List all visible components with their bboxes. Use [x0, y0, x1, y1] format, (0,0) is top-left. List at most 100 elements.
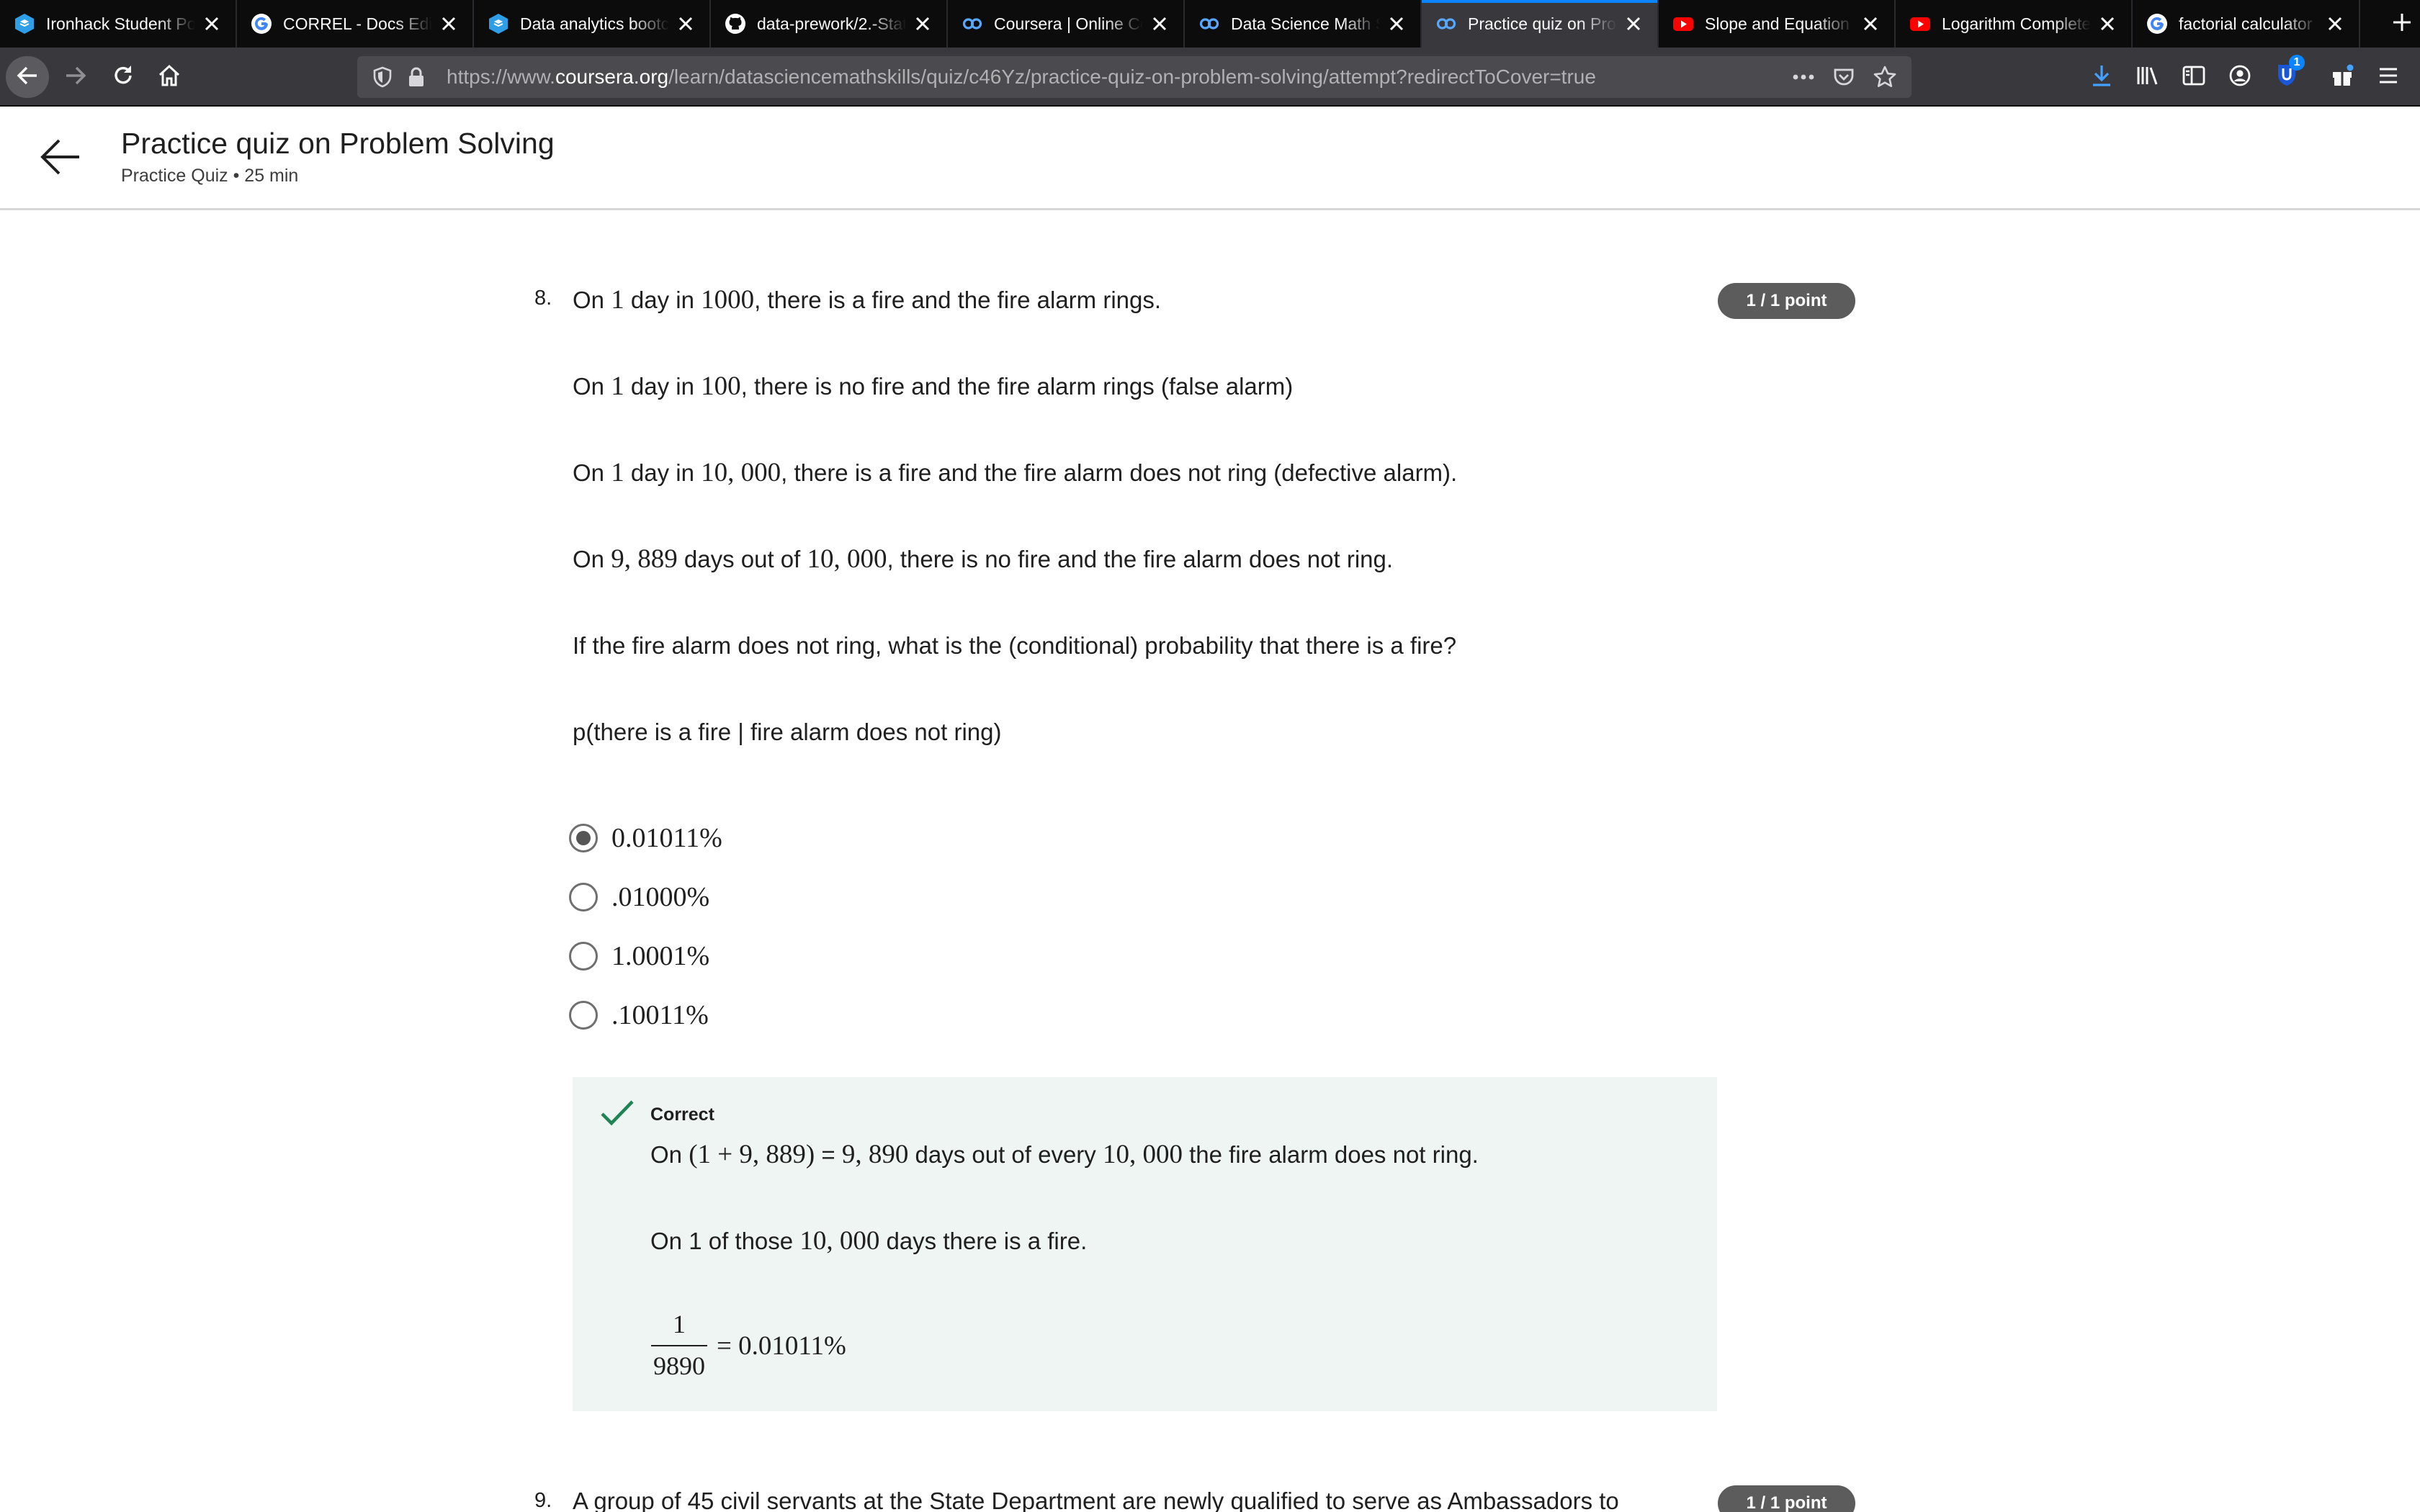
points-badge: 1 / 1 point	[1718, 1485, 1855, 1512]
url-prefix: https://www.	[447, 66, 555, 88]
shield-icon[interactable]	[372, 66, 393, 91]
answer-option-3[interactable]: 1.0001%	[569, 935, 709, 978]
answer-option-4[interactable]: .10011%	[569, 994, 709, 1037]
arrow-left-icon	[39, 139, 82, 183]
page-subtitle: Practice Quiz • 25 min	[121, 166, 299, 186]
feedback-explanation: On (1 + 9, 889) = 9, 890 days out of eve…	[650, 1140, 1479, 1169]
close-icon[interactable]	[2097, 13, 2118, 35]
question-number: 9.	[534, 1489, 552, 1512]
tab-slope-equation[interactable]: Slope and Equation of a Line	[1659, 0, 1896, 48]
tab-title: CORREL - Docs Editors Help	[283, 14, 432, 33]
ironhack-icon	[487, 12, 510, 35]
page-title: Practice quiz on Problem Solving	[121, 127, 555, 160]
back-to-course-button[interactable]	[39, 134, 82, 180]
radio-unselected[interactable]	[569, 942, 598, 971]
fraction-result: = 0.01011%	[717, 1331, 846, 1361]
bookmark-star-icon[interactable]	[1873, 65, 1897, 93]
close-icon[interactable]	[675, 13, 696, 35]
whats-new-button[interactable]	[2323, 56, 2361, 98]
library-icon	[2136, 65, 2160, 90]
extension-badge: 1	[2289, 55, 2305, 71]
close-icon[interactable]	[201, 13, 223, 35]
question-line: On 1 day in 1000, there is a fire and th…	[573, 285, 1162, 315]
home-icon	[157, 63, 182, 91]
tab-title: Logarithm Complete Tutorial	[1942, 14, 2091, 33]
fraction: 1 9890	[650, 1309, 708, 1381]
option-label: 1.0001%	[611, 941, 710, 971]
close-icon[interactable]	[438, 13, 460, 35]
forward-button[interactable]	[55, 56, 97, 98]
tab-data-science-math[interactable]: Data Science Math Skills	[1185, 0, 1422, 48]
tab-logarithm-tutorial[interactable]: Logarithm Complete Tutorial	[1896, 0, 2133, 48]
tab-title: Slope and Equation of a Line	[1705, 14, 1854, 33]
answer-option-1[interactable]: 0.01011%	[569, 816, 722, 860]
close-icon[interactable]	[1623, 13, 1644, 35]
arrow-left-icon	[15, 63, 40, 91]
more-actions-icon[interactable]	[1791, 66, 1816, 91]
reload-button[interactable]	[102, 56, 144, 98]
sidebar-icon	[2182, 65, 2205, 90]
tab-title: data-prework/2.-Statistics	[757, 14, 906, 33]
coursera-icon	[1198, 12, 1221, 35]
google-icon	[2146, 12, 2169, 35]
tab-title: Practice quiz on Problem Solving	[1468, 14, 1617, 33]
downloads-button[interactable]	[2083, 56, 2120, 98]
account-icon	[2228, 64, 2251, 91]
close-icon[interactable]	[1860, 13, 1881, 35]
gift-icon	[2330, 63, 2354, 91]
tab-title: Data Science Math Skills	[1231, 14, 1380, 33]
tab-ironhack-portal[interactable]: Ironhack Student Portal	[0, 0, 237, 48]
library-button[interactable]	[2129, 56, 2166, 98]
radio-unselected[interactable]	[569, 883, 598, 912]
youtube-icon	[1909, 12, 1932, 35]
menu-button[interactable]	[2370, 56, 2407, 98]
tab-data-analytics-bootcamp[interactable]: Data analytics bootcamp	[474, 0, 711, 48]
option-label: .10011%	[611, 1000, 709, 1030]
back-button[interactable]	[6, 56, 49, 98]
feedback-explanation: On 1 of those 10, 000 days there is a fi…	[650, 1226, 1088, 1256]
coursera-icon	[1435, 12, 1458, 35]
url-domain: coursera.org	[555, 66, 669, 88]
account-button[interactable]	[2221, 56, 2259, 98]
question-prompt: If the fire alarm does not ring, what is…	[573, 632, 1457, 659]
tab-data-prework[interactable]: data-prework/2.-Statistics	[711, 0, 948, 48]
question-number: 8.	[534, 287, 552, 310]
browser-nav-bar: https://www.coursera.org/learn/datascien…	[0, 48, 2420, 107]
reload-icon	[111, 63, 135, 91]
arrow-right-icon	[63, 63, 88, 91]
option-label: 0.01011%	[611, 823, 722, 853]
close-icon[interactable]	[912, 13, 933, 35]
sidebar-button[interactable]	[2175, 56, 2213, 98]
password-manager-extension[interactable]: 1	[2267, 53, 2308, 98]
question-line: On 1 day in 100, there is no fire and th…	[573, 372, 1294, 401]
close-icon[interactable]	[2324, 13, 2346, 35]
points-badge: 1 / 1 point	[1718, 283, 1855, 319]
fraction-numerator: 1	[673, 1310, 686, 1338]
answer-option-2[interactable]: .01000%	[569, 876, 709, 919]
fraction-denominator: 9890	[653, 1351, 705, 1380]
google-icon	[250, 12, 273, 35]
browser-tab-bar: Ironhack Student Portal CORREL - Docs Ed…	[0, 0, 2420, 48]
option-label: .01000%	[611, 882, 710, 912]
pocket-icon[interactable]	[1832, 66, 1855, 92]
tab-title: factorial calculator	[2179, 14, 2313, 33]
tab-factorial-calculator[interactable]: factorial calculator	[2133, 0, 2360, 48]
tab-coursera-online-courses[interactable]: Coursera | Online Courses	[948, 0, 1185, 48]
url-bar[interactable]: https://www.coursera.org/learn/datascien…	[357, 56, 1912, 98]
url-text[interactable]: https://www.coursera.org/learn/datascien…	[447, 56, 1596, 98]
question-line: On 1 day in 10, 000, there is a fire and…	[573, 458, 1458, 487]
close-icon[interactable]	[1386, 13, 1407, 35]
tab-correl-docs[interactable]: CORREL - Docs Editors Help	[237, 0, 474, 48]
feedback-panel: Correct On (1 + 9, 889) = 9, 890 days ou…	[573, 1077, 1717, 1411]
question-line: On 9, 889 days out of 10, 000, there is …	[573, 544, 1394, 574]
question-text: A group of 45 civil servants at the Stat…	[573, 1488, 1619, 1512]
lock-icon[interactable]	[406, 66, 426, 91]
radio-selected[interactable]	[569, 824, 598, 852]
checkmark-icon	[600, 1099, 635, 1128]
home-button[interactable]	[148, 56, 190, 98]
tab-practice-quiz[interactable]: Practice quiz on Problem Solving	[1422, 0, 1659, 48]
hamburger-menu-icon	[2378, 66, 2399, 89]
close-icon[interactable]	[1149, 13, 1170, 35]
radio-unselected[interactable]	[569, 1001, 598, 1030]
new-tab-button[interactable]	[2384, 0, 2420, 48]
